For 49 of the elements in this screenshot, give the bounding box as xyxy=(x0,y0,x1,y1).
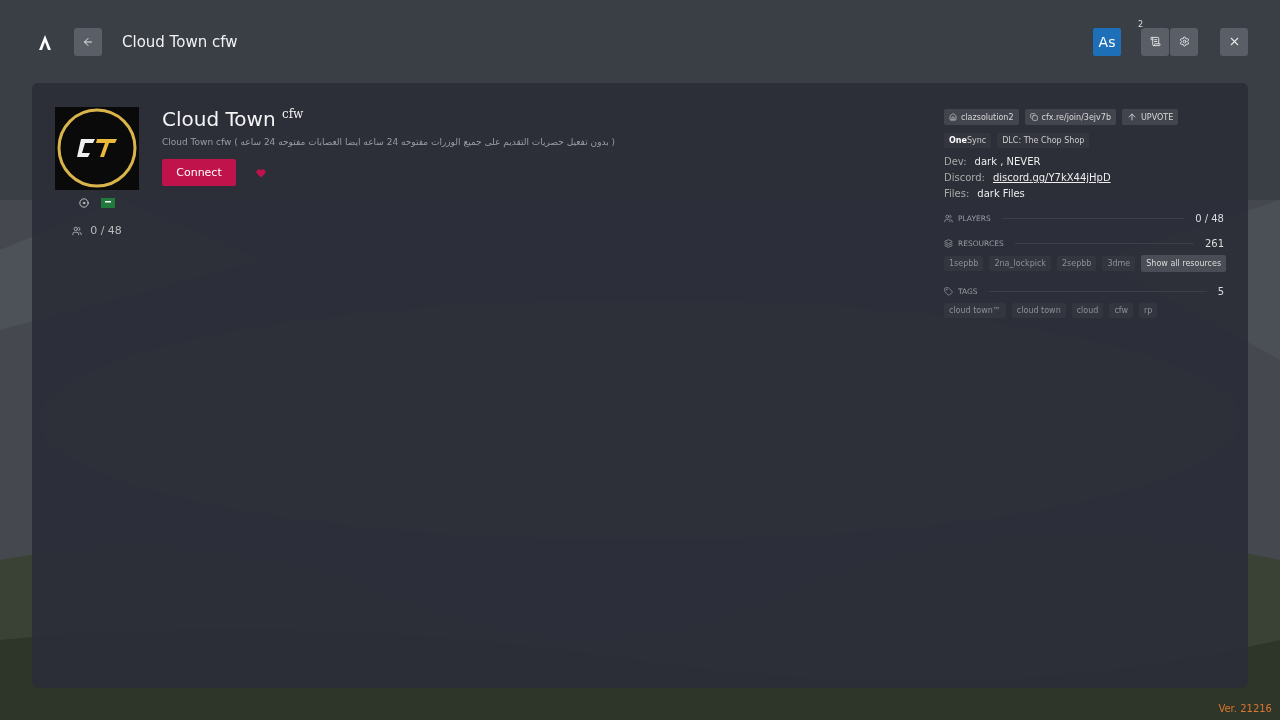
back-button[interactable] xyxy=(74,27,102,56)
version-label: Ver. 21216 xyxy=(1218,703,1272,714)
resource-chip: 2sepbb xyxy=(1056,256,1097,271)
info-value: dark , NEVER xyxy=(974,156,1041,167)
users-icon xyxy=(72,225,83,236)
disc-icon xyxy=(79,198,89,208)
tag-chip: cloud town™ xyxy=(944,303,1006,318)
section-count: 5 xyxy=(1217,286,1224,297)
close-button[interactable] xyxy=(1220,27,1248,56)
user-avatar[interactable]: As xyxy=(1093,27,1121,56)
resource-chip: 3dme xyxy=(1102,256,1136,271)
info-label: Discord: xyxy=(944,172,985,183)
server-badge[interactable]: clazsolution2 xyxy=(944,109,1019,125)
server-name: Cloud Town $^{cfw}$ xyxy=(162,107,305,131)
tag-chip: rp xyxy=(1139,303,1158,318)
house-icon xyxy=(949,113,957,121)
show-all-button[interactable]: Show all resources xyxy=(1141,255,1227,272)
server-description: Cloud Town cfw ( بدون تفعيل حصريات التقديم على جميع الوزرات مفتوحه 24 ساعه ايضا العصابات مفتوحه 24 ساعه ) xyxy=(162,137,617,147)
server-badge[interactable]: UPVOTE xyxy=(1121,109,1179,125)
tag-chip: cloud xyxy=(1071,303,1104,318)
info-label: Files: xyxy=(944,188,970,199)
resource-chip: 2na_lockpick xyxy=(989,256,1051,271)
window-title: Cloud Town cfw xyxy=(122,32,238,51)
tag-chip: cfw xyxy=(1109,303,1133,318)
tag-chip: cloud town xyxy=(1011,303,1066,318)
settings-icon xyxy=(1178,36,1190,47)
player-count: 0 / 48 xyxy=(90,224,122,237)
back-arrow-icon xyxy=(82,35,94,48)
changelog-button[interactable] xyxy=(1141,27,1169,56)
notification-count: 2 xyxy=(1135,19,1147,29)
info-value: dark Files xyxy=(977,188,1025,199)
info-label: Dev: xyxy=(944,156,967,167)
feature-tag: DLC: The Chop Shop xyxy=(997,133,1090,148)
resource-chip: 1sepbb xyxy=(944,256,984,271)
copy-icon xyxy=(1029,113,1038,121)
layers-icon xyxy=(944,239,953,248)
tag-icon xyxy=(944,287,953,296)
server-logo-icon xyxy=(55,107,139,190)
discord-link[interactable]: discord.gg/Y7kX44jHpD xyxy=(992,172,1111,183)
section-count: 261 xyxy=(1204,238,1224,249)
connect-button[interactable]: Connect xyxy=(162,159,236,186)
settings-button[interactable] xyxy=(1170,27,1198,56)
arrow-up-icon xyxy=(1126,112,1137,122)
section-count: 0 / 48 xyxy=(1195,213,1224,224)
flag-icon xyxy=(101,198,115,208)
users-icon xyxy=(944,214,953,223)
scroll-icon xyxy=(1149,36,1161,47)
feature-tag: OneSync xyxy=(944,133,992,148)
server-badge[interactable]: cfx.re/join/3ejv7b xyxy=(1024,109,1116,125)
